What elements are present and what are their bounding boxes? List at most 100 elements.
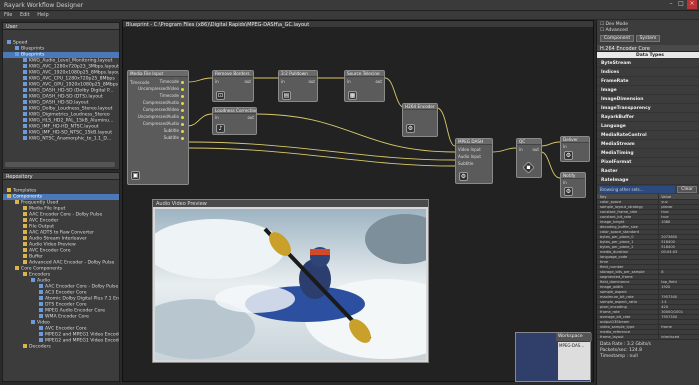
property-key: bytes_per_plane_0 xyxy=(600,235,634,239)
property-value: 8 xyxy=(658,270,699,274)
property-value: 1920 xyxy=(658,285,699,289)
port-out: out xyxy=(244,79,251,84)
wire xyxy=(187,113,213,127)
category-item[interactable]: ImageDimension xyxy=(597,95,699,104)
video-frame xyxy=(155,209,426,360)
category-list: Data Types ByteStream Indices FrameRate Imag… xyxy=(597,52,699,185)
port-in: in xyxy=(215,115,219,120)
port-in: in xyxy=(347,79,351,84)
category-item[interactable]: MediaStream xyxy=(597,140,699,149)
property-row[interactable]: frame_layout interlaced xyxy=(597,335,699,340)
category-item[interactable]: Language xyxy=(597,122,699,131)
node-title: QC xyxy=(517,139,541,145)
value-column-header: Value xyxy=(658,194,699,199)
port-connector[interactable] xyxy=(181,115,184,119)
kayak-video-image xyxy=(155,209,426,360)
port-out: out xyxy=(375,79,382,84)
property-key: pixel_encoding xyxy=(600,305,627,309)
property-key: frame_layout xyxy=(600,335,624,339)
port-connector[interactable] xyxy=(181,101,184,105)
property-value: 2073600 xyxy=(658,235,699,239)
port-label: Subtitle xyxy=(130,127,184,134)
property-key: sample_aspect xyxy=(600,290,627,294)
node-remove-borders[interactable]: Remove Borders in out ⊡ xyxy=(212,70,254,102)
node-ports: Timecode UncompressedVideo Timecode Compres… xyxy=(128,77,188,142)
property-key: decoding_buffer_size xyxy=(600,225,638,229)
port-name: Timecode xyxy=(159,79,179,84)
property-key: constant_frame_rate xyxy=(600,210,638,214)
node-qc[interactable]: QC in out ◆ xyxy=(516,138,542,178)
decision-icon: ◆ xyxy=(522,161,535,174)
port-label: UncompressedAudio xyxy=(130,113,184,120)
port-name: CompressedAudio xyxy=(142,121,179,126)
wire xyxy=(491,147,517,153)
film-icon: ▣ xyxy=(131,171,140,180)
audio-video-preview-window[interactable]: Audio Video Preview xyxy=(152,199,429,363)
property-key: sample_aspect_ratio xyxy=(600,300,637,304)
property-value xyxy=(658,320,699,324)
workspace-minimap[interactable]: Workspace MPEG-DAS... xyxy=(515,332,592,382)
category-item[interactable]: MediaTiming xyxy=(597,149,699,158)
port-connector[interactable] xyxy=(181,122,184,126)
system-button[interactable]: System xyxy=(635,35,661,42)
category-item[interactable]: Image xyxy=(597,86,699,95)
crop-icon: ⊡ xyxy=(216,91,225,100)
port-name: UncompressedAudio xyxy=(137,114,179,119)
port-connector[interactable] xyxy=(181,80,184,84)
node-notify[interactable]: Notify in ⚙ xyxy=(560,172,586,198)
advanced-checkbox[interactable]: ☐ Advanced xyxy=(600,28,696,34)
category-item[interactable]: ImageTransparency xyxy=(597,104,699,113)
property-key: output13Stream xyxy=(600,320,630,324)
node-loudness-correction[interactable]: Loudness Correction in out ♪ xyxy=(212,107,257,135)
workspace-title: Workspace xyxy=(556,333,592,341)
wire xyxy=(436,107,456,147)
port-in: in xyxy=(215,79,219,84)
port-name: Timecode xyxy=(159,93,179,98)
port-connector[interactable] xyxy=(181,129,184,133)
property-value: true xyxy=(658,215,699,219)
category-item[interactable]: Indices xyxy=(597,68,699,77)
filter-icon: ▤ xyxy=(282,91,291,100)
port-connector[interactable] xyxy=(181,87,184,91)
property-key: average_bit_rate xyxy=(600,315,631,319)
category-item[interactable]: RateImage xyxy=(597,176,699,185)
property-value xyxy=(658,225,699,229)
port-audio-input: Audio Input xyxy=(458,154,481,159)
category-item[interactable]: RayarkBuffer xyxy=(597,113,699,122)
node-h264-encoder[interactable]: H264 Encoder ⚙ xyxy=(402,103,438,137)
node-source-telecine[interactable]: Source Telecine in out ▦ xyxy=(344,70,385,102)
category-item[interactable]: PixelFormat xyxy=(597,158,699,167)
dev-mode-label: Dev Mode xyxy=(605,22,629,27)
port-name: UncompressedVideo xyxy=(138,86,179,91)
property-key: image_height xyxy=(600,220,625,224)
clear-button[interactable]: Clear xyxy=(677,186,697,193)
node-deliver[interactable]: Deliver in ⚙ xyxy=(560,136,590,162)
property-key: field_dominance xyxy=(600,280,630,284)
node-pulldown[interactable]: 3:2 Pulldown in out ▤ xyxy=(278,70,318,102)
category-item[interactable]: ByteStream xyxy=(597,59,699,68)
node-media-file-input[interactable]: Media File Input Timecode UncompressedVid… xyxy=(127,70,189,185)
property-key: constant_bit_rate xyxy=(600,215,632,219)
port-label: UncompressedVideo xyxy=(130,85,184,92)
category-item[interactable]: MediaRateControl xyxy=(597,131,699,140)
port-name: Subtitle xyxy=(163,135,179,140)
property-key: time xyxy=(600,260,609,264)
port-connector[interactable] xyxy=(181,108,184,112)
port-connector[interactable] xyxy=(181,136,184,140)
category-item[interactable]: Raster xyxy=(597,167,699,176)
status-line: Timestamp : null xyxy=(600,354,638,359)
filter-input[interactable]: Browsing other sets... xyxy=(599,186,676,193)
category-item[interactable]: FrameRate xyxy=(597,77,699,86)
key-column-header: Key xyxy=(600,195,607,199)
node-mpeg-dash[interactable]: MPEG DASH Video Input Audio Input Subtit… xyxy=(455,138,493,184)
port-out: out xyxy=(308,79,315,84)
component-button[interactable]: Component xyxy=(600,35,635,42)
gear-icon: ⚙ xyxy=(564,151,573,160)
workspace-label: MPEG-DAS... xyxy=(558,342,590,380)
port-connector[interactable] xyxy=(181,94,184,98)
category-item[interactable]: Data Types xyxy=(597,52,699,59)
wire xyxy=(187,77,213,83)
node-title: H264 Encoder xyxy=(403,104,437,110)
advanced-label: Advanced xyxy=(605,28,628,33)
property-value: 1:1 xyxy=(658,300,699,304)
